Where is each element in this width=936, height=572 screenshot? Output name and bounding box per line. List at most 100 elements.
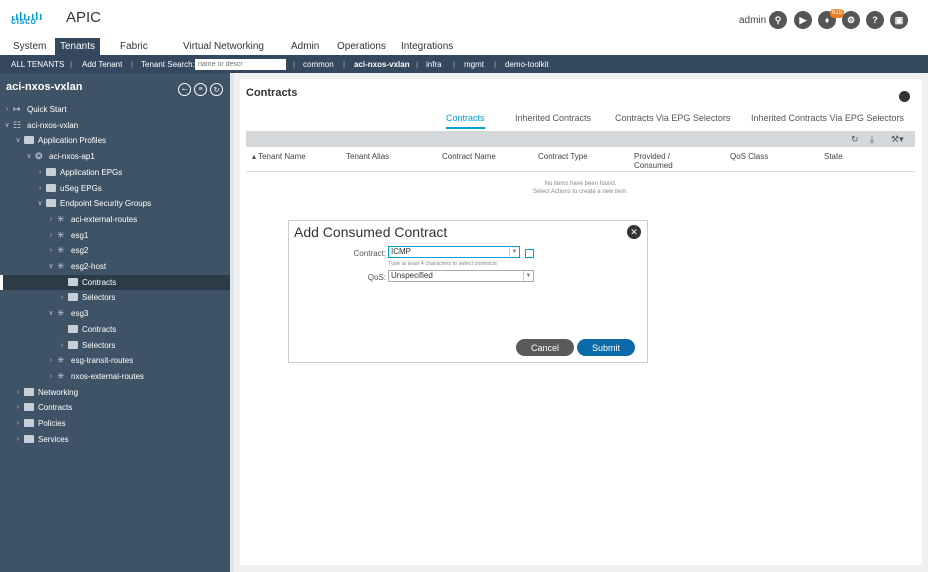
column-header-contract-type[interactable]: Contract Type	[538, 152, 588, 161]
chevron-down-icon[interactable]: ∨	[36, 196, 44, 211]
user-menu[interactable]: admin	[739, 15, 766, 26]
tab-admin[interactable]: Admin	[286, 38, 324, 55]
subtab-contracts-via-epg-selectors[interactable]: Contracts Via EPG Selectors	[615, 113, 730, 127]
sidebar-tree-item[interactable]: ∨ Application Profiles	[0, 133, 230, 148]
submit-button[interactable]: Submit	[577, 339, 635, 356]
chevron-right-icon[interactable]: ›	[47, 212, 55, 227]
chevron-right-icon[interactable]: ›	[36, 165, 44, 180]
chevron-right-icon[interactable]: ›	[14, 432, 22, 447]
tab-system[interactable]: System	[8, 38, 51, 55]
tenant-link-demo-toolkit[interactable]: demo-toolkit	[505, 60, 549, 69]
help-icon[interactable]: ?	[866, 11, 884, 29]
tenant-link-aci-nxos-vxlan[interactable]: aci-nxos-vxlan	[354, 60, 410, 69]
chevron-right-icon[interactable]: ›	[47, 243, 55, 258]
qos-select[interactable]: Unspecified ▼	[388, 270, 534, 282]
chevron-down-icon[interactable]: ∨	[47, 259, 55, 274]
tenant-search-input[interactable]	[195, 59, 286, 70]
chevron-down-icon[interactable]: ∨	[3, 118, 11, 133]
sidebar-tree-item[interactable]: › Application EPGs	[0, 165, 230, 180]
cancel-button[interactable]: Cancel	[516, 339, 574, 356]
sidebar-item-label: uSeg EPGs	[60, 183, 102, 193]
tenant-link-infra[interactable]: infra	[426, 60, 442, 69]
all-tenants-link[interactable]: ALL TENANTS	[11, 60, 64, 69]
sidebar-tree-item[interactable]: › ✳ aci-external-routes	[0, 212, 230, 227]
chevron-right-icon[interactable]: ›	[14, 416, 22, 431]
subtab-inherited-contracts[interactable]: Inherited Contracts	[515, 113, 591, 127]
sidebar-item-label: Selectors	[82, 340, 116, 350]
chevron-right-icon[interactable]: ›	[47, 369, 55, 384]
chevron-down-icon[interactable]: ∨	[47, 306, 55, 321]
sidebar-tree-item[interactable]: › Selectors	[0, 338, 230, 353]
collapse-icon[interactable]: ↼	[178, 83, 191, 96]
tenant-link-mgmt[interactable]: mgmt	[464, 60, 484, 69]
chevron-right-icon[interactable]: ›	[14, 400, 22, 415]
sidebar-tree-item[interactable]: ∨ Endpoint Security Groups	[0, 196, 230, 211]
tab-tenants[interactable]: Tenants	[55, 38, 101, 55]
chevron-right-icon[interactable]: ›	[47, 353, 55, 368]
sidebar-tree-item[interactable]: › ✳ esg-transit-routes	[0, 353, 230, 368]
sidebar-tree-item[interactable]: ∨ ✳ esg3	[0, 306, 230, 321]
sidebar-tree-item[interactable]: › ✳ esg1	[0, 228, 230, 243]
chevron-right-icon[interactable]: ›	[58, 290, 66, 305]
tab-virtual-networking[interactable]: Virtual Networking	[178, 38, 269, 55]
sidebar-tree-item[interactable]: › ✳ nxos-external-routes	[0, 369, 230, 384]
column-header-tenant-name[interactable]: ▴ Tenant Name	[252, 152, 306, 161]
chevron-right-icon[interactable]: ›	[14, 385, 22, 400]
sidebar-tree-item[interactable]: › uSeg EPGs	[0, 181, 230, 196]
column-header-contract-name[interactable]: Contract Name	[442, 152, 496, 161]
bookmark-icon[interactable]	[899, 91, 910, 102]
subtab-inherited-contracts-via-epg-selectors[interactable]: Inherited Contracts Via EPG Selectors	[751, 113, 904, 127]
contract-input[interactable]: ICMP ▼	[388, 246, 520, 258]
refresh-icon[interactable]: ↻	[210, 83, 223, 96]
chevron-down-icon[interactable]: ▼	[509, 247, 519, 257]
tab-integrations[interactable]: Integrations	[396, 38, 458, 55]
column-header-provided-consumed[interactable]: Provided / Consumed	[634, 152, 684, 170]
esg-icon: ✳	[57, 213, 65, 224]
sidebar-tree-item[interactable]: › Networking	[0, 385, 230, 400]
sidebar-tree-item[interactable]: ∨ ✳ esg2-host	[0, 259, 230, 274]
actions-wrench-icon[interactable]: ⚒▾	[891, 134, 904, 145]
chevron-down-icon[interactable]: ∨	[25, 149, 33, 164]
chevron-right-icon[interactable]: ›	[3, 102, 11, 117]
tenant-link-common[interactable]: common	[303, 60, 334, 69]
subtab-contracts[interactable]: Contracts	[446, 113, 485, 129]
sidebar-tree-item[interactable]: › Contracts	[0, 400, 230, 415]
gear-icon[interactable]: ⚙	[842, 11, 860, 29]
close-icon[interactable]: ✕	[627, 225, 641, 239]
esg-icon: ✳	[57, 229, 65, 240]
chevron-right-icon[interactable]: ›	[47, 228, 55, 243]
column-header-tenant-alias[interactable]: Tenant Alias	[346, 152, 389, 161]
tab-fabric[interactable]: Fabric	[115, 38, 153, 55]
search-icon[interactable]: ⚲	[769, 11, 787, 29]
sidebar-tree-item[interactable]: › ↦ Quick Start	[0, 102, 230, 117]
monitor-icon[interactable]: ▣	[890, 11, 908, 29]
sidebar-tree-item[interactable]: › Services	[0, 432, 230, 447]
sidebar-tree-item[interactable]: ∨ ❂ aci-nxos-ap1	[0, 149, 230, 164]
chevron-right-icon[interactable]: ›	[36, 181, 44, 196]
list-icon[interactable]: ≡	[194, 83, 207, 96]
add-tenant-link[interactable]: Add Tenant	[82, 60, 122, 69]
sidebar-tree-item[interactable]: › ✳ esg2	[0, 243, 230, 258]
sidebar-item-label: aci-nxos-ap1	[49, 152, 95, 162]
video-icon[interactable]: ▶	[794, 11, 812, 29]
download-icon[interactable]: ⤓	[870, 134, 874, 145]
sidebar-tree-item[interactable]: ∨ ☷ aci-nxos-vxlan	[0, 118, 230, 133]
folder-icon	[46, 199, 56, 208]
chevron-down-icon[interactable]: ▼	[523, 271, 533, 281]
sidebar-tree-item[interactable]: Contracts	[0, 322, 230, 337]
sidebar-tree-item[interactable]: › Selectors	[0, 290, 230, 305]
column-header-qos-class[interactable]: QoS Class	[730, 152, 768, 161]
column-header-state[interactable]: State	[824, 152, 843, 161]
chevron-right-icon[interactable]: ›	[58, 338, 66, 353]
browse-contract-icon[interactable]	[525, 249, 534, 258]
empty-table-message: No items have been found. Select Actions…	[246, 180, 915, 196]
sidebar-item-label: nxos-external-routes	[71, 371, 144, 381]
folder-icon	[24, 387, 34, 396]
folder-icon	[24, 434, 34, 443]
refresh-icon[interactable]: ↻	[851, 134, 859, 145]
chevron-down-icon[interactable]: ∨	[14, 133, 22, 148]
sidebar-tree-item[interactable]: › Policies	[0, 416, 230, 431]
subnav-separator: |	[70, 60, 73, 69]
sidebar-tree-item[interactable]: Contracts	[0, 274, 230, 290]
tab-operations[interactable]: Operations	[332, 38, 391, 55]
